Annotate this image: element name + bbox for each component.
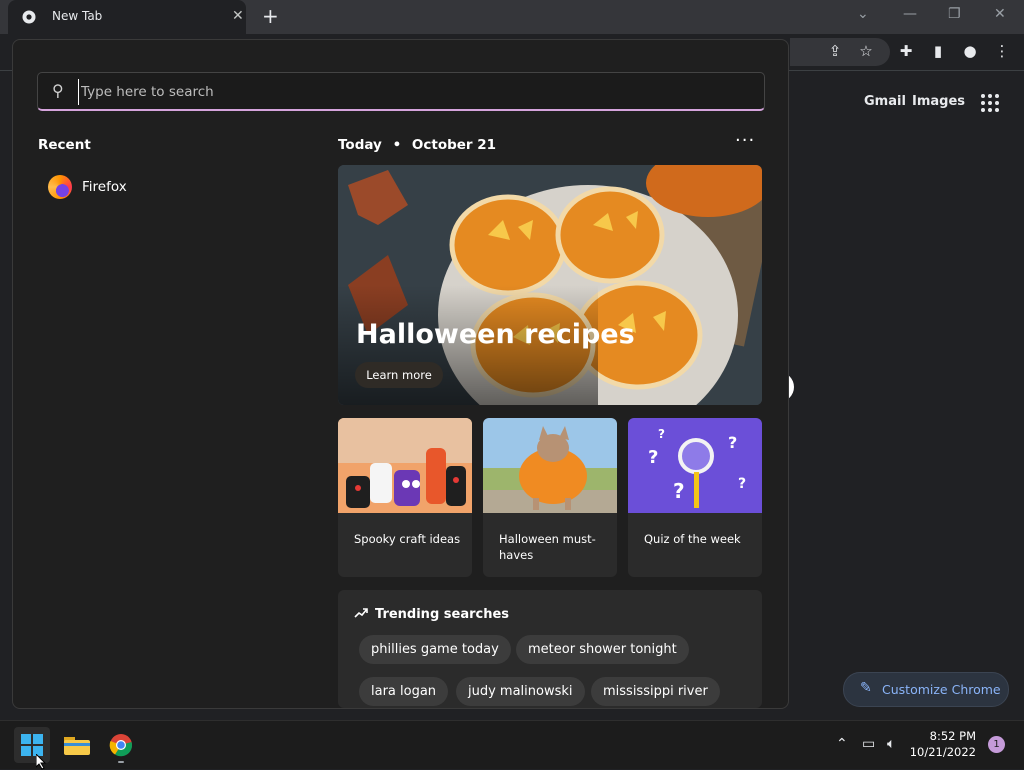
extensions-icon[interactable]: ✚ (896, 42, 916, 62)
side-panel-icon[interactable]: ▮ (928, 42, 948, 62)
menu-kebab-icon[interactable]: ⋮ (992, 42, 1012, 62)
more-options-icon[interactable]: ··· (735, 130, 755, 151)
card-label: Quiz of the week (644, 532, 741, 546)
pencil-icon: ✎ (860, 680, 872, 696)
svg-text:?: ? (738, 476, 746, 492)
tab-title: New Tab (52, 9, 103, 23)
hero-title: Halloween recipes (356, 319, 635, 350)
customize-chrome-button[interactable]: ✎ Customize Chrome (843, 672, 1009, 707)
clock-date: 10/21/2022 (909, 745, 976, 759)
chrome-icon (22, 10, 36, 24)
today-date-heading: Today • October 21 (338, 137, 496, 153)
apps-grid-icon[interactable] (981, 94, 999, 112)
dog-costume-image (483, 418, 617, 513)
svg-text:?: ? (648, 447, 658, 468)
quiz-question-marks-image: ? ? ? ? ? (628, 418, 762, 513)
running-indicator (118, 761, 124, 763)
trending-chip[interactable]: judy malinowski (456, 677, 585, 706)
card-label: Spooky craft ideas (354, 532, 461, 546)
search-input[interactable] (78, 79, 753, 105)
today-label: Today (338, 137, 382, 153)
trending-searches-section: Trending searches phillies game today me… (338, 590, 762, 708)
plus-icon[interactable]: + (262, 4, 279, 28)
images-link[interactable]: Images (912, 94, 965, 109)
trending-chip[interactable]: lara logan (359, 677, 449, 706)
learn-more-button[interactable]: Learn more (355, 362, 443, 388)
card-halloween-must-haves[interactable]: Halloween must-haves (483, 418, 617, 577)
hero-card-halloween-recipes[interactable]: Halloween recipes Learn more (338, 165, 762, 405)
trending-title: Trending searches (375, 607, 510, 622)
taskbar: ⌃ ▭ 🔈︎ 8:52 PM 10/21/2022 1 (0, 720, 1024, 769)
chrome-icon (109, 734, 133, 757)
window-close-icon[interactable]: ✕ (994, 6, 1006, 22)
chrome-taskbar-button[interactable] (103, 727, 139, 763)
show-hidden-icons-chevron-icon[interactable]: ⌃ (836, 736, 848, 752)
clock-time: 8:52 PM (929, 729, 976, 743)
folder-icon (64, 737, 90, 755)
card-label: Halloween must-haves (499, 532, 596, 562)
card-spooky-craft-ideas[interactable]: Spooky craft ideas (338, 418, 472, 577)
tab-search-chevron-icon[interactable]: ⌄ (857, 6, 869, 22)
trending-chip[interactable]: phillies game today (359, 635, 511, 664)
date-label: October 21 (411, 137, 497, 153)
clock[interactable]: 8:52 PM 10/21/2022 (910, 728, 976, 760)
craft-image (338, 418, 472, 513)
star-icon[interactable]: ☆ (856, 42, 876, 62)
search-icon: ⚲ (52, 81, 64, 100)
card-quiz-of-the-week[interactable]: ? ? ? ? ? Quiz of the week (628, 418, 762, 577)
trending-chip[interactable]: meteor shower tonight (516, 635, 689, 664)
network-icon[interactable]: ▭ (862, 736, 875, 752)
svg-text:?: ? (673, 479, 685, 503)
minimize-icon[interactable]: — (903, 6, 917, 22)
volume-icon[interactable]: 🔈︎ (887, 736, 895, 752)
bullet-separator: • (392, 137, 402, 153)
tab-new-tab[interactable]: New Tab ✕ (8, 0, 246, 34)
recent-item-firefox[interactable]: Firefox (38, 169, 258, 205)
restore-icon[interactable]: ❐ (948, 6, 961, 22)
start-search-panel: ⚲ Recent Firefox Today • October 21 ··· (12, 39, 789, 709)
trending-chip[interactable]: mississippi river (591, 677, 720, 706)
recent-item-label: Firefox (82, 179, 127, 195)
recent-heading: Recent (38, 137, 91, 153)
svg-text:?: ? (728, 433, 737, 452)
profile-icon[interactable]: ● (960, 42, 980, 62)
windows-logo-icon (21, 734, 43, 756)
trending-arrow-icon (354, 608, 368, 618)
share-icon[interactable]: ⇪ (825, 42, 845, 62)
svg-text:?: ? (658, 427, 665, 441)
close-icon[interactable]: ✕ (232, 8, 244, 24)
search-box[interactable]: ⚲ (37, 72, 765, 111)
file-explorer-button[interactable] (59, 727, 95, 763)
firefox-icon (48, 175, 72, 199)
gmail-link[interactable]: Gmail (864, 94, 906, 109)
notification-badge[interactable]: 1 (988, 736, 1005, 753)
